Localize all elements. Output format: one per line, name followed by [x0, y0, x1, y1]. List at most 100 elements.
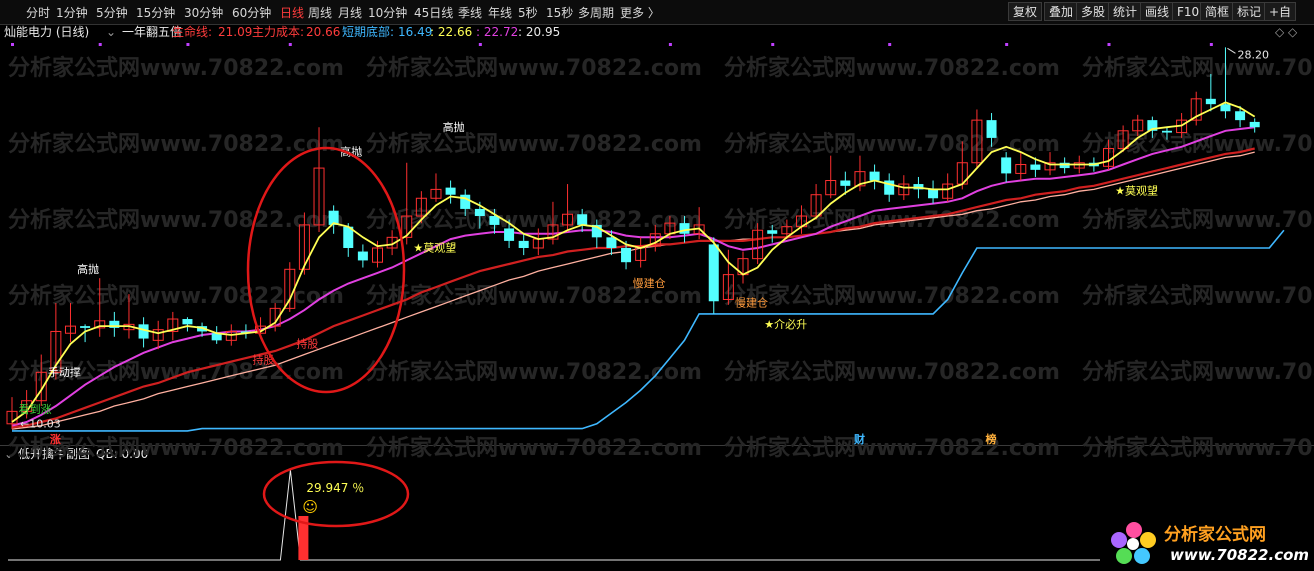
candle-body	[1030, 164, 1041, 170]
bottom-marker: 涨	[50, 432, 61, 446]
chevron-down-icon[interactable]: ⌄	[4, 446, 14, 462]
period-tab-1[interactable]: 1分钟	[56, 4, 88, 21]
watermark-text: 分析家公式网www.70822.com	[8, 283, 344, 309]
short-bottom-label: 短期底部:	[342, 25, 395, 39]
period-tab-0[interactable]: 分时	[26, 4, 50, 21]
candle-body	[6, 410, 18, 425]
site-logo: 分析家公式网 www.70822.com	[1111, 522, 1308, 564]
sub-chart-title[interactable]: 低开擒牛副图	[18, 446, 90, 462]
period-tab-13[interactable]: 5秒	[518, 4, 538, 21]
candle-body	[1176, 119, 1188, 134]
period-toolbar: 分时 1分钟 5分钟 15分钟 30分钟 60分钟 日线 周线 月线 10分钟 45日线 季线 年线 5秒…	[0, 0, 1314, 25]
stock-name[interactable]: 灿能电力 (日线)	[4, 24, 89, 41]
candle-body	[343, 226, 354, 248]
short-bottom-line	[12, 229, 1285, 432]
signal-label: ★介必升	[764, 318, 807, 331]
sub-signal-bar	[298, 516, 309, 560]
candle-body	[211, 333, 222, 341]
ma-white-value: : 20.95	[518, 25, 561, 39]
candle-body	[1088, 162, 1099, 167]
period-tab-14[interactable]: 15秒	[546, 4, 573, 21]
period-tab-11[interactable]: 季线	[458, 4, 482, 21]
toolbar-button-0[interactable]: 复权	[1008, 2, 1043, 21]
indicator-info-bar: 灿能电力 (日线) ⌄ 一年翻五倍 生命线: 21.09 主力成本: 20.66…	[0, 24, 1314, 41]
candle-body	[840, 180, 851, 186]
candle-body	[123, 323, 135, 331]
candle-body	[795, 215, 807, 228]
short-bottom-value: 16.49	[398, 25, 433, 39]
candle-body	[152, 329, 164, 341]
candle-body	[430, 188, 442, 199]
sub-highlight-circle	[262, 460, 410, 528]
period-tab-10[interactable]: 45日线	[414, 4, 453, 21]
candle-body	[532, 238, 544, 249]
period-tab-6[interactable]: 日线	[280, 4, 304, 21]
watermark-text: 分析家公式网www.70822.com	[366, 435, 702, 461]
watermark-text: 分析家公式网www.70822.com	[366, 131, 702, 157]
pane-divider[interactable]	[0, 445, 1314, 446]
candle-body	[1059, 162, 1070, 169]
toolbar-button-4[interactable]: 画线	[1140, 2, 1175, 21]
candle-body	[767, 230, 778, 234]
highlight-circle	[246, 146, 406, 394]
candle-body	[240, 331, 251, 334]
period-tab-2[interactable]: 5分钟	[96, 4, 128, 21]
toolbar-button-1[interactable]: 叠加	[1044, 2, 1079, 21]
signal-label: 持股	[253, 352, 275, 366]
watermark-text: 分析家公式网www.70822.com	[1082, 435, 1314, 461]
candle-body	[167, 318, 179, 332]
signal-label: ★莫观望	[413, 242, 456, 255]
watermark-text: 分析家公式网www.70822.com	[366, 283, 702, 309]
candle-body	[722, 274, 734, 300]
chevron-down-icon[interactable]: ⌄	[106, 24, 116, 41]
ma-magenta-line	[11, 126, 1255, 427]
kline-chart[interactable]: 分析家公式网www.70822.com 分析家公式网www.70822.com 分析…	[0, 0, 1314, 571]
period-tab-8[interactable]: 月线	[338, 4, 362, 21]
watermark-text: 分析家公式网www.70822.com	[8, 131, 344, 157]
signal-label: 慢建仓	[633, 276, 666, 290]
candle-body	[971, 119, 983, 164]
period-tab-9[interactable]: 10分钟	[368, 4, 407, 21]
toolbar-button-2[interactable]: 多股	[1076, 2, 1111, 21]
candle-body	[854, 171, 866, 187]
candle-body	[1117, 130, 1129, 150]
candle-body	[547, 224, 559, 240]
toolbar-button-6[interactable]: 简框	[1200, 2, 1235, 21]
toolbar-button-3[interactable]: 统计	[1108, 2, 1143, 21]
period-tab-3[interactable]: 15分钟	[136, 4, 175, 21]
ma-yellow-value: : 22.66	[430, 25, 473, 39]
life-line-value: 21.09	[218, 25, 253, 39]
watermark-text: 分析家公式网www.70822.com	[8, 207, 344, 233]
candle-body	[298, 224, 310, 270]
bottom-marker: 财	[853, 432, 865, 446]
candle-body	[415, 197, 427, 217]
candle-body	[664, 222, 676, 235]
candle-body	[474, 208, 485, 217]
toolbar-button-8[interactable]: +自	[1264, 2, 1297, 21]
candle-body	[986, 120, 997, 138]
candle-body	[810, 194, 822, 217]
sub-percent-label: 29.947 ％	[306, 481, 364, 495]
candle-body	[621, 247, 632, 263]
candle-body	[679, 223, 690, 234]
life-line-label: 生命线:	[172, 25, 213, 39]
sub-indicator-line	[8, 469, 1100, 561]
candle-body	[1015, 164, 1027, 174]
candle-body	[94, 320, 106, 329]
period-tab-7[interactable]: 周线	[308, 4, 332, 21]
period-tab-5[interactable]: 60分钟	[232, 4, 271, 21]
period-tab-4[interactable]: 30分钟	[184, 4, 223, 21]
period-tab-15[interactable]: 多周期	[578, 4, 614, 21]
main-cost-label: 主力成本:	[252, 25, 305, 39]
candle-body	[1103, 148, 1114, 167]
candle-body	[182, 319, 193, 325]
candle-body	[1235, 111, 1246, 121]
candle-body	[225, 330, 237, 341]
period-tab-16[interactable]: 更多 〉	[620, 4, 660, 21]
toolbar-button-7[interactable]: 标记	[1232, 2, 1267, 21]
signal-dot	[668, 43, 672, 46]
candle-body	[869, 171, 880, 181]
candle-body	[386, 236, 398, 249]
period-tab-12[interactable]: 年线	[488, 4, 512, 21]
diamond-icon[interactable]: ◇ ◇	[1275, 24, 1297, 41]
